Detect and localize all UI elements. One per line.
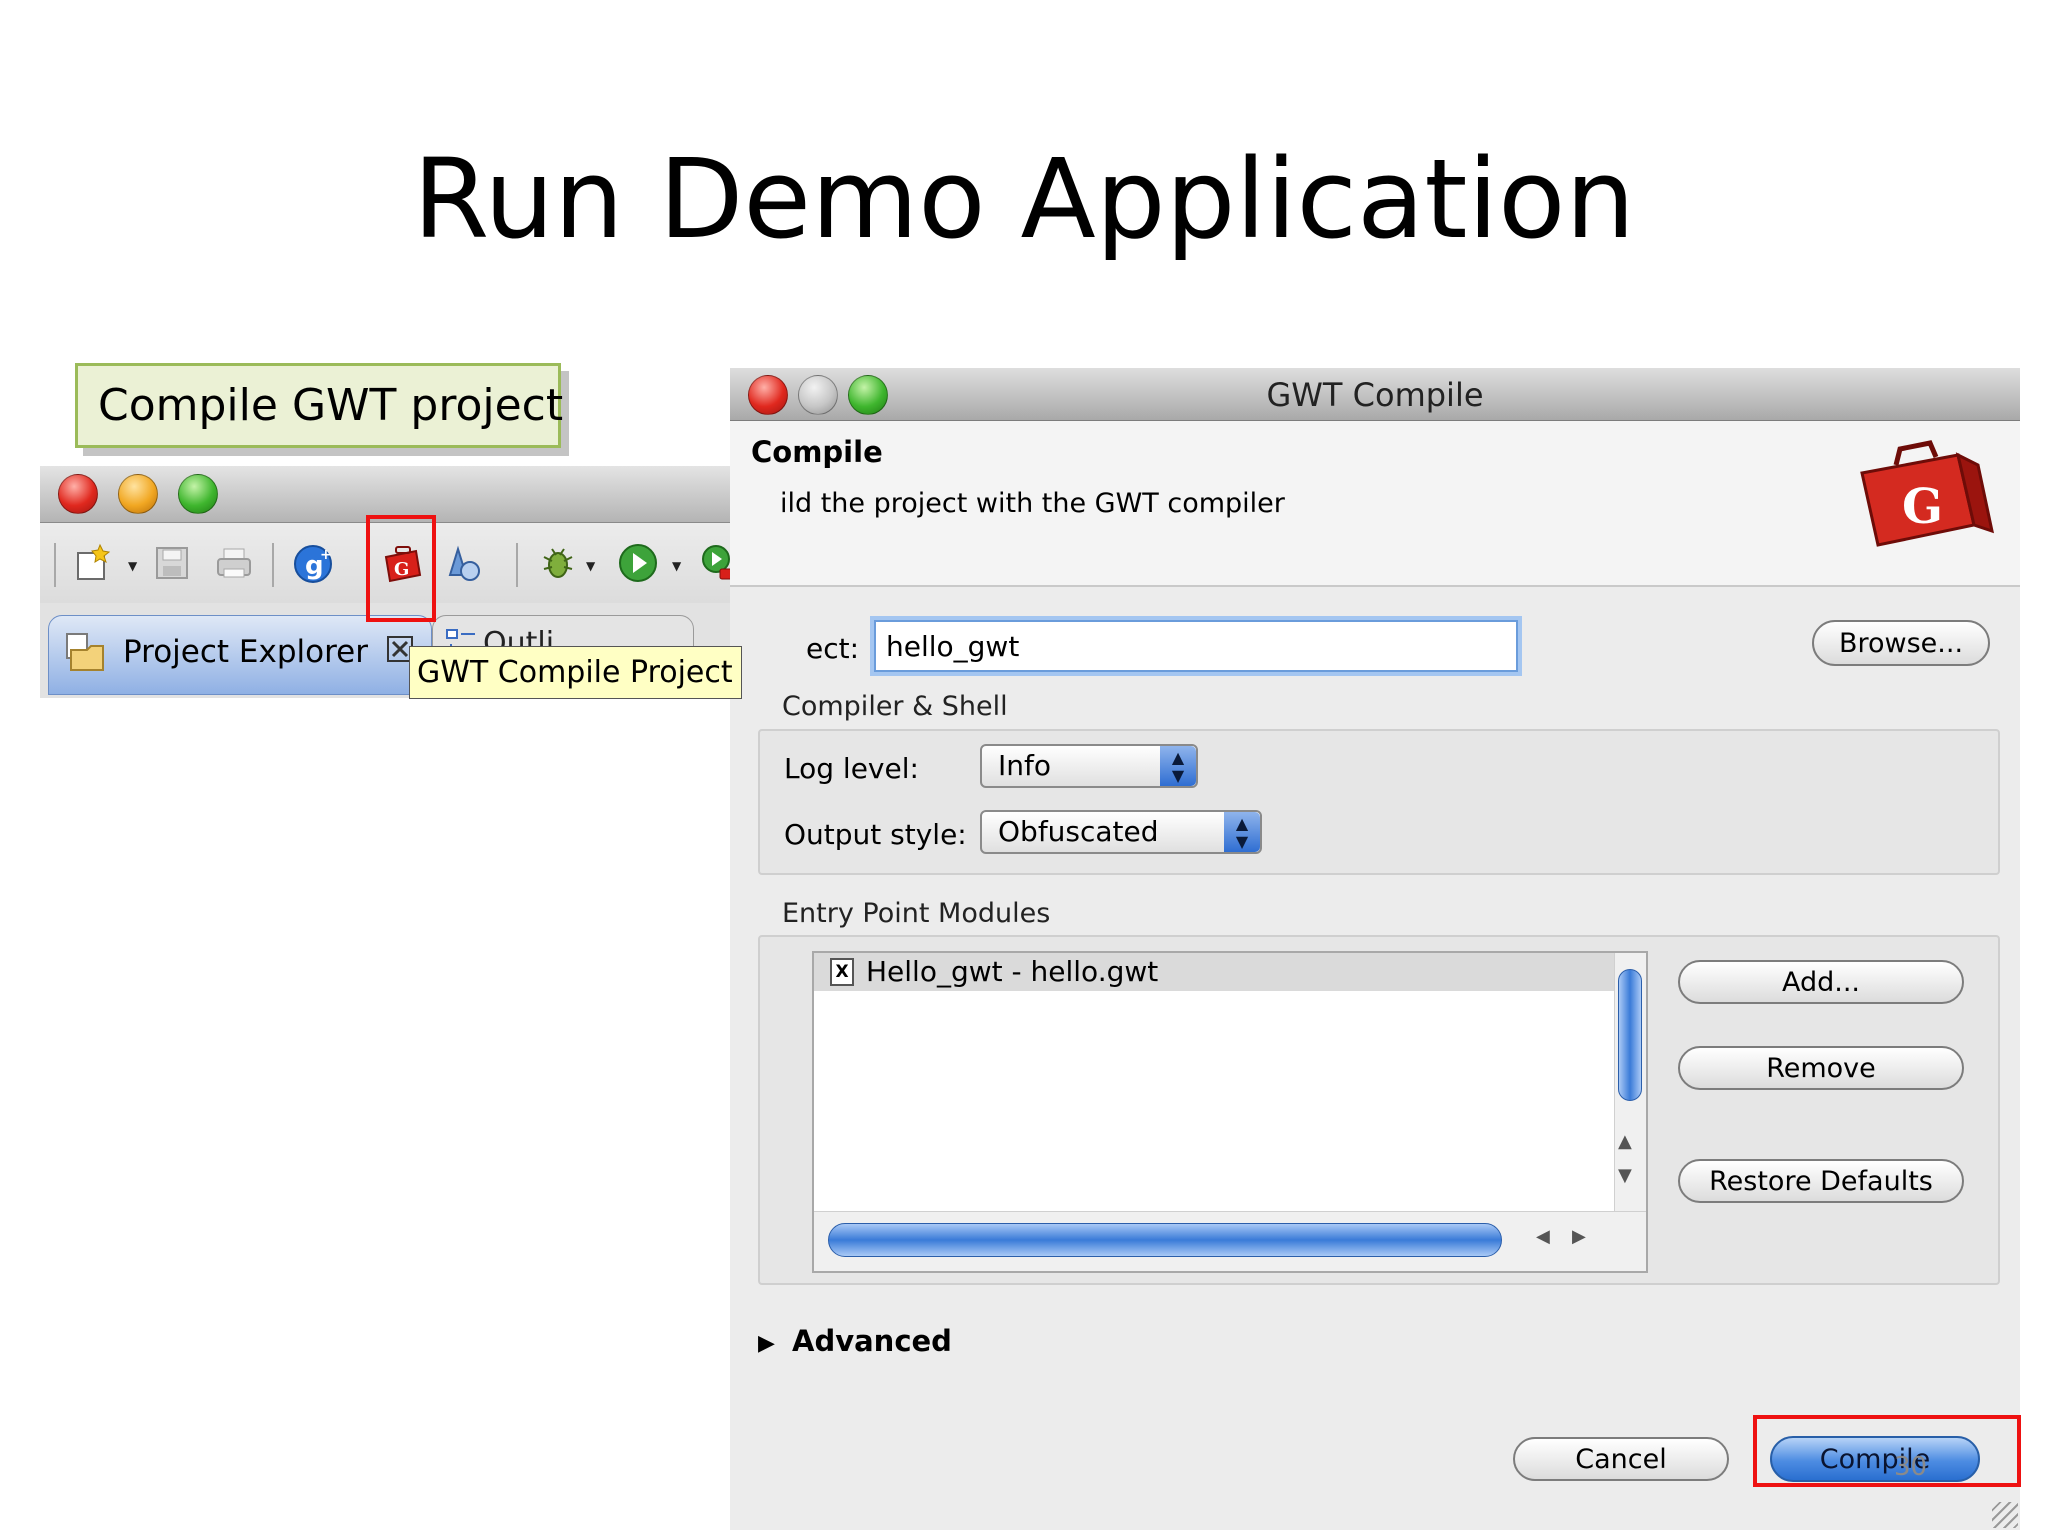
run-dropdown-arrow-icon[interactable]: ▼ <box>672 559 681 573</box>
debug-icon[interactable] <box>536 541 580 585</box>
svg-text:+: + <box>320 547 332 563</box>
toolbar-separator <box>516 543 518 587</box>
scroll-left-arrow-icon[interactable]: ◀ <box>1536 1226 1550 1247</box>
run-icon[interactable] <box>616 541 660 585</box>
print-icon[interactable] <box>212 541 256 585</box>
gwt-compile-icon-highlight <box>366 515 436 622</box>
dialog-description: ild the project with the GWT compiler <box>780 488 1285 519</box>
compiler-shell-group <box>758 729 2000 875</box>
entry-point-modules-group-title: Entry Point Modules <box>782 898 1051 929</box>
scroll-down-arrow-icon[interactable]: ▼ <box>1618 1165 1632 1186</box>
slide-title: Run Demo Application <box>412 135 1636 263</box>
gwt-compile-dialog: GWT Compile Compile ild the project with… <box>730 368 2020 1530</box>
project-explorer-label: Project Explorer <box>123 634 368 670</box>
advanced-section-toggle[interactable]: Advanced <box>792 1324 952 1358</box>
dialog-title: GWT Compile <box>1266 376 1484 414</box>
log-level-label: Log level: <box>784 752 919 785</box>
new-wizard-icon[interactable] <box>72 541 116 585</box>
vertical-scroll-thumb[interactable] <box>1618 969 1642 1101</box>
svg-text:G: G <box>1902 479 1943 535</box>
google-services-icon[interactable]: g + <box>292 541 336 585</box>
gwt-designer-icon[interactable] <box>440 541 484 585</box>
slide-page-number: 30 <box>1894 1452 1928 1482</box>
project-label: ect: <box>806 632 860 665</box>
output-style-value: Obfuscated <box>998 815 1159 848</box>
disclosure-triangle-icon[interactable]: ▶ <box>758 1331 775 1356</box>
output-style-select[interactable]: Obfuscated ▲ ▼ <box>980 810 1262 854</box>
toolbar-separator <box>54 543 56 587</box>
dialog-heading: Compile <box>751 435 883 469</box>
add-module-button[interactable]: Add... <box>1678 960 1964 1004</box>
project-input[interactable] <box>874 620 1518 672</box>
gwt-compile-tooltip: GWT Compile Project <box>409 646 742 699</box>
horizontal-scroll-thumb[interactable] <box>828 1223 1502 1257</box>
gwt-toolbox-icon: G <box>1850 431 2000 555</box>
module-label: Hello_gwt - hello.gwt <box>866 955 1159 988</box>
new-dropdown-arrow-icon[interactable]: ▼ <box>128 559 137 573</box>
minimize-window-button[interactable] <box>118 474 158 514</box>
log-level-value: Info <box>998 749 1051 782</box>
zoom-window-button[interactable] <box>178 474 218 514</box>
project-explorer-icon <box>65 632 105 680</box>
log-level-select[interactable]: Info ▲ ▼ <box>980 744 1198 788</box>
callout-box: Compile GWT project <box>75 363 563 448</box>
save-icon[interactable] <box>150 541 194 585</box>
list-item[interactable]: X Hello_gwt - hello.gwt <box>814 953 1614 991</box>
debug-dropdown-arrow-icon[interactable]: ▼ <box>586 559 595 573</box>
select-arrows-icon: ▲ ▼ <box>1160 746 1196 786</box>
tab-project-explorer[interactable]: Project Explorer <box>48 615 432 695</box>
output-style-label: Output style: <box>784 818 967 851</box>
compiler-shell-group-title: Compiler & Shell <box>782 691 1008 722</box>
toolbar-separator <box>272 543 274 587</box>
scroll-up-arrow-icon[interactable]: ▲ <box>1618 1131 1632 1152</box>
dialog-titlebar: GWT Compile <box>730 368 2020 421</box>
close-window-button[interactable] <box>58 474 98 514</box>
resize-grip-icon[interactable] <box>1992 1502 2018 1528</box>
entry-point-modules-list[interactable]: X Hello_gwt - hello.gwt ▲ ▼ ◀ ▶ <box>812 951 1648 1273</box>
restore-defaults-button[interactable]: Restore Defaults <box>1678 1159 1964 1203</box>
browse-button[interactable]: Browse... <box>1812 620 1990 666</box>
remove-module-button[interactable]: Remove <box>1678 1046 1964 1090</box>
xml-file-icon: X <box>830 958 854 986</box>
compile-button-highlight <box>1753 1415 2021 1487</box>
cancel-button[interactable]: Cancel <box>1513 1437 1729 1481</box>
scroll-right-arrow-icon[interactable]: ▶ <box>1572 1226 1586 1247</box>
dialog-header: Compile ild the project with the GWT com… <box>730 421 2020 587</box>
select-arrows-icon: ▲ ▼ <box>1224 812 1260 852</box>
